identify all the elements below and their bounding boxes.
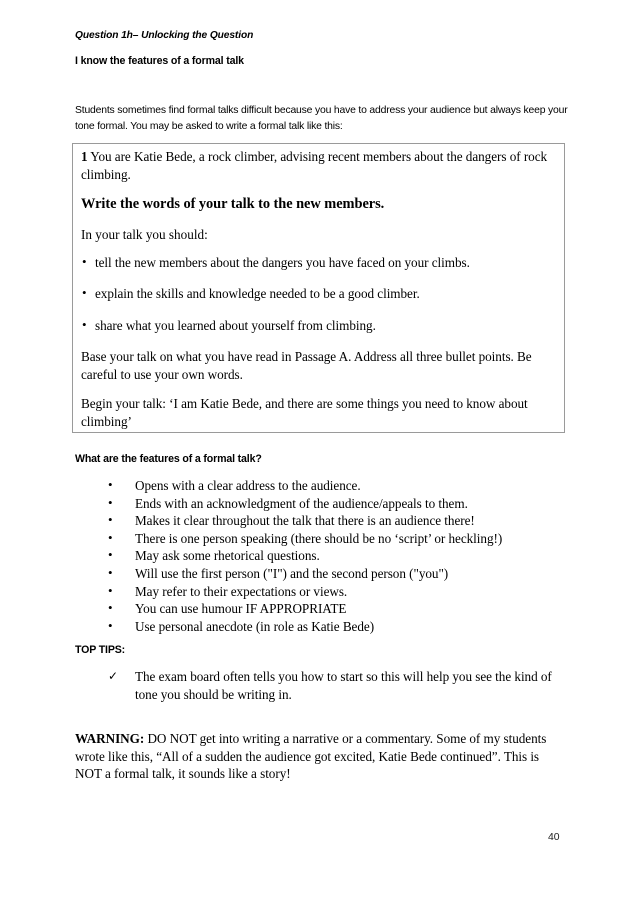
list-item: You can use humour IF APPROPRIATE [108, 599, 568, 618]
list-item: Use personal anecdote (in role as Katie … [108, 617, 568, 636]
learning-objective-heading: I know the features of a formal talk [75, 55, 244, 67]
document-page: Question 1h– Unlocking the Question I kn… [0, 0, 638, 903]
list-item: share what you learned about yourself fr… [81, 316, 554, 335]
list-item: Will use the first person ("I") and the … [108, 564, 568, 583]
list-item: There is one person speaking (there shou… [108, 529, 568, 548]
top-tips-list: The exam board often tells you how to st… [108, 668, 560, 703]
question-instruction: Write the words of your talk to the new … [81, 196, 385, 212]
question-box-content: 1 You are Katie Bede, a rock climber, ad… [81, 148, 554, 430]
question-scenario-text: You are Katie Bede, a rock climber, advi… [81, 149, 548, 182]
features-list: Opens with a clear address to the audien… [108, 476, 568, 636]
question-opening-line: Begin your talk: ‘I am Katie Bede, and t… [81, 396, 528, 429]
question-closing-paragraph: Base your talk on what you have read in … [81, 349, 532, 382]
list-item: May refer to their expectations or views… [108, 582, 568, 601]
list-item: tell the new members about the dangers y… [81, 253, 554, 272]
list-item: May ask some rhetorical questions. [108, 546, 568, 565]
page-number: 40 [548, 832, 560, 843]
question-list-lead-in: In your talk you should: [81, 227, 208, 242]
warning-label: WARNING: [75, 731, 145, 747]
list-item: The exam board often tells you how to st… [108, 668, 560, 703]
list-item: Ends with an acknowledgment of the audie… [108, 494, 568, 513]
warning-paragraph: WARNING: DO NOT get into writing a narra… [75, 730, 557, 783]
list-item: Makes it clear throughout the talk that … [108, 511, 568, 530]
intro-paragraph: Students sometimes find formal talks dif… [75, 105, 568, 132]
features-heading: What are the features of a formal talk? [75, 453, 262, 465]
list-item: explain the skills and knowledge needed … [81, 284, 554, 303]
list-item: Opens with a clear address to the audien… [108, 476, 568, 495]
warning-text: DO NOT get into writing a narrative or a… [75, 731, 547, 782]
question-box: 1 You are Katie Bede, a rock climber, ad… [72, 143, 565, 433]
question-bullet-list: tell the new members about the dangers y… [81, 253, 554, 335]
question-heading: Question 1h– Unlocking the Question [75, 30, 254, 41]
top-tips-heading: TOP TIPS: [75, 644, 126, 656]
question-scenario: 1 You are Katie Bede, a rock climber, ad… [81, 148, 554, 183]
